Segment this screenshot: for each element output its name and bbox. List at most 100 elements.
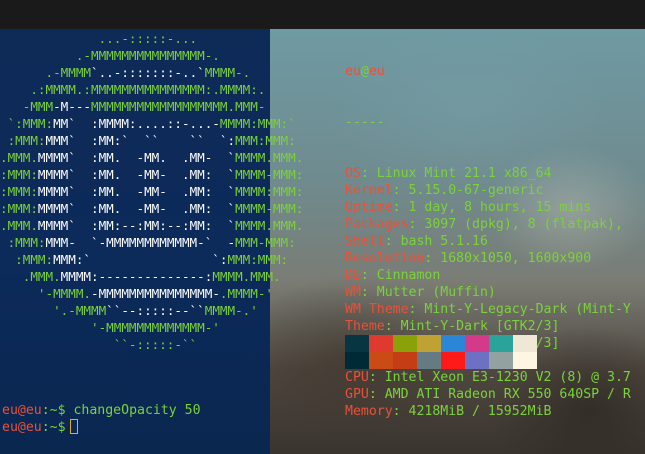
- info-value: 4218MiB / 15952MiB: [408, 404, 552, 419]
- info-value: Mint-Y-Dark [GTK2/3]: [400, 319, 560, 334]
- logo-segment: `..-:::::::-..`: [91, 65, 205, 80]
- color-swatch: [345, 335, 369, 352]
- info-colon: :: [360, 166, 377, 181]
- logo-segment: MM` :MMMM:....::-...-: [53, 116, 220, 131]
- color-swatch: [345, 352, 369, 369]
- logo-segment: MMM:MMM:: [235, 133, 296, 148]
- logo-segment: MMMM-MMM:: [235, 201, 304, 216]
- logo-segment: '-MMMMMMMMMMMMM-': [0, 320, 220, 335]
- logo-line: :MMM:MMMM` :MM. -MM- .MM: `MMMM-MMM:: [0, 200, 303, 217]
- logo-segment: '-MMMM.: [0, 286, 91, 301]
- logo-segment: MMM:MMM:: [227, 252, 289, 267]
- info-key: Resolution: [345, 251, 425, 266]
- info-colon: :: [392, 404, 409, 419]
- logo-segment: `:MMM:: [0, 116, 54, 131]
- info-colon: :: [384, 319, 401, 334]
- palette-row-bottom: [345, 352, 537, 369]
- logo-segment: MMMM.MMM.: [212, 269, 281, 284]
- text-cursor[interactable]: [69, 419, 78, 434]
- at-sign: @: [360, 64, 369, 79]
- info-colon: :: [368, 387, 385, 402]
- logo-segment: .MMM.: [0, 269, 61, 284]
- prompt-symbol: $: [57, 420, 66, 435]
- info-key: Uptime: [345, 200, 393, 215]
- info-key: Shell: [345, 234, 385, 249]
- info-key: Theme: [345, 319, 385, 334]
- info-colon: :: [368, 370, 385, 385]
- logo-segment: :MMM:: [0, 252, 54, 267]
- logo-segment: MMMM-.: [204, 65, 251, 80]
- info-colon: :: [384, 234, 401, 249]
- info-colon: :: [392, 183, 409, 198]
- info-value: Mutter (Muffin): [376, 285, 496, 300]
- logo-segment: MMMM.MMM.: [235, 218, 304, 233]
- logo-segment: MMMM-MMM:: [235, 167, 304, 182]
- logo-segment: :MMM:: [0, 184, 38, 199]
- logo-segment: MMMM` :MM. -MM- .MM: `: [37, 201, 236, 216]
- logo-segment: MMM` :MM:` `` `` `:: [45, 133, 236, 148]
- logo-segment: MMMM.MMM.: [235, 150, 304, 165]
- color-swatch: [513, 335, 537, 352]
- color-swatch: [465, 352, 489, 369]
- info-value: 3097 (dpkg), 8 (flatpak),: [424, 217, 623, 232]
- logo-segment: MMMM:MMM:`: [219, 116, 296, 131]
- logo-segment: :MMM:: [0, 201, 38, 216]
- color-swatch: [489, 335, 513, 352]
- info-row: Uptime: 1 day, 8 hours, 15 mins: [345, 199, 631, 216]
- logo-segment: MMMM` :MM. -MM- .MM: `: [37, 184, 236, 199]
- info-row: Theme: Mint-Y-Dark [GTK2/3]: [345, 318, 631, 335]
- logo-segment: ``-:::::-``: [0, 337, 198, 352]
- info-colon: :: [392, 200, 409, 215]
- logo-segment: -MMM: [0, 99, 54, 114]
- color-swatch: [441, 352, 465, 369]
- color-swatch: [393, 335, 417, 352]
- color-swatch: [393, 352, 417, 369]
- info-colon: :: [408, 217, 425, 232]
- logo-segment: MMMM-.': [204, 303, 258, 318]
- info-row: Kernel: 5.15.0-67-generic: [345, 182, 631, 199]
- prompt-user-host: eu@eu: [2, 403, 42, 418]
- color-swatch: [417, 335, 441, 352]
- color-swatch: [489, 352, 513, 369]
- info-value: bash 5.1.16: [400, 234, 488, 249]
- info-colon: :: [360, 285, 377, 300]
- logo-segment: MMMM:--------------:: [60, 269, 213, 284]
- logo-segment: MMMM` :MM. -MM. .MM- `: [37, 150, 236, 165]
- logo-segment: ``--:::::--``: [106, 303, 205, 318]
- logo-segment: '.-MMMM: [0, 303, 107, 318]
- info-value: AMD ATI Radeon RX 550 640SP / R: [384, 387, 631, 402]
- info-key: Kernel: [345, 183, 393, 198]
- mint-ascii-logo: ...-:::::-... .-MMMMMMMMMMMMMMM-. .-MMMM…: [0, 30, 303, 353]
- logo-line: '.-MMMM``--:::::--``MMMM-.': [0, 302, 303, 319]
- color-swatch: [465, 335, 489, 352]
- color-swatch: [441, 335, 465, 352]
- logo-line: :MMM:MMMM` :MM. -MM- .MM: `MMMM:MMM:: [0, 183, 303, 200]
- logo-segment: .MMM.: [0, 218, 38, 233]
- separator-line: -----: [345, 115, 385, 130]
- palette-row-top: [345, 335, 537, 352]
- logo-segment: MMM- `-MMMMMMMMMMMM-` -: [45, 235, 236, 250]
- info-row: CPU: Intel Xeon E3-1230 V2 (8) @ 3.7: [345, 369, 631, 386]
- info-value: 1 day, 8 hours, 15 mins: [408, 200, 592, 215]
- logo-line: :MMM:MMMM` :MM. -MM- .MM: `MMMM-MMM:: [0, 166, 303, 183]
- prompt-line-2[interactable]: eu@eu:~$: [2, 419, 78, 436]
- logo-segment: MMMM:MMM:: [235, 184, 304, 199]
- prompt-symbol: $: [57, 403, 66, 418]
- logo-line: .-MMMM`..-:::::::-..`MMMM-.: [0, 64, 303, 81]
- info-colon: :: [408, 302, 425, 317]
- info-key: CPU: [345, 370, 369, 385]
- info-value: Cinnamon: [376, 268, 441, 283]
- logo-line: .MMM.MMMM:--------------:MMMM.MMM.: [0, 268, 303, 285]
- color-swatch: [417, 352, 441, 369]
- info-value: Mint-Y-Legacy-Dark (Mint-Y: [424, 302, 631, 317]
- color-swatch: [369, 352, 393, 369]
- logo-line: .:MMMM.:MMMMMMMMMMMMMMM:.MMMM:.: [0, 81, 303, 98]
- prompt-line-1: eu@eu:~$ changeOpacity 50: [2, 402, 201, 419]
- logo-line: .MMM.MMMM` :MM. -MM. .MM- `MMMM.MMM.: [0, 149, 303, 166]
- logo-segment: -M---: [53, 99, 91, 114]
- info-row: OS: Linux Mint 21.1 x86_64: [345, 165, 631, 182]
- neofetch-info: eu@eu ----- OS: Linux Mint 21.1 x86_64 Ke…: [345, 29, 631, 437]
- info-key: Packages: [345, 217, 409, 232]
- info-row: GPU: AMD ATI Radeon RX 550 640SP / R: [345, 386, 631, 403]
- logo-line: :MMM:MMM:` `:MMM:MMM:: [0, 251, 303, 268]
